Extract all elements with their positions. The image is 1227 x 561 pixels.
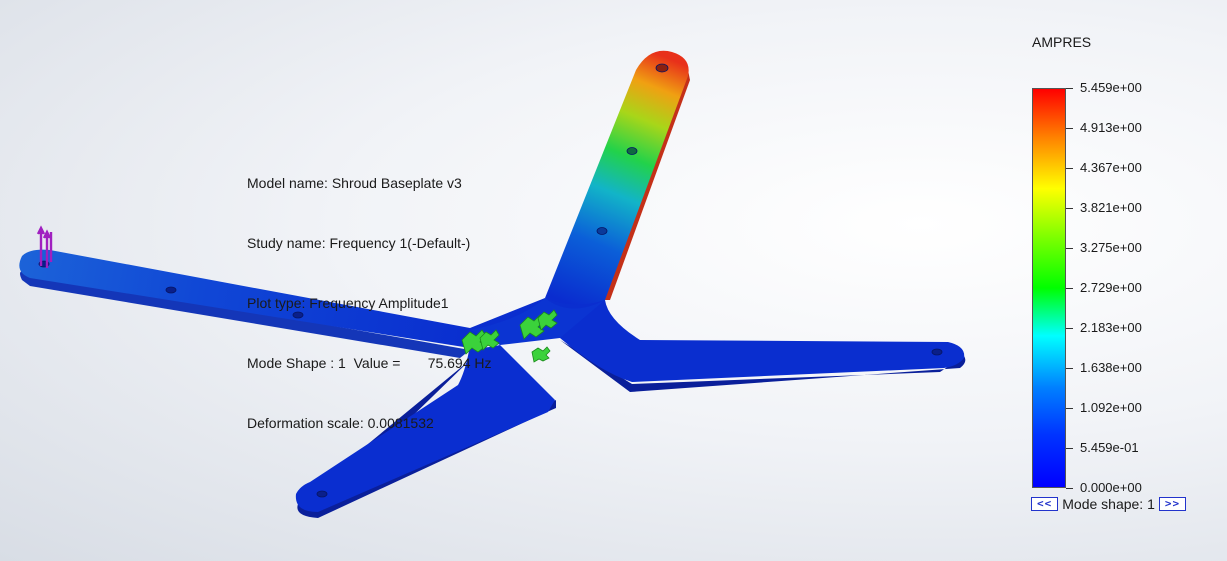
legend-title: AMPRES [1032,34,1092,50]
legend-tick [1066,328,1073,329]
legend-tick [1066,288,1073,289]
study-name-text: Study name: Frequency 1(-Default-) [247,235,471,251]
legend-tick [1066,208,1073,209]
graphics-viewport[interactable]: Model name: Shroud Baseplate v3 Study na… [0,0,1227,561]
deformation-scale-text: Deformation scale: 0.0081532 [247,415,434,431]
mode-shape-text: Mode Shape : 1 Value = 75.694 Hz [247,355,492,371]
mode-shape-label: Mode shape: 1 [1062,496,1155,512]
legend-value-label: 2.183e+00 [1080,320,1142,335]
legend-value-label: 0.000e+00 [1080,480,1142,495]
legend-value-label: 4.367e+00 [1080,160,1142,175]
legend-value-label: 1.092e+00 [1080,400,1142,415]
model-name-text: Model name: Shroud Baseplate v3 [247,175,462,191]
legend-value-label: 4.913e+00 [1080,120,1142,135]
legend-value-label: 3.275e+00 [1080,240,1142,255]
next-mode-button[interactable]: >> [1158,497,1187,511]
color-legend-bar [1032,88,1066,488]
legend-value-label: 2.729e+00 [1080,280,1142,295]
legend-tick [1066,88,1073,89]
legend-value-label: 5.459e+00 [1080,80,1142,95]
right-arm [545,298,965,382]
legend-value-label: 3.821e+00 [1080,200,1142,215]
legend-tick [1066,248,1073,249]
legend-tick [1066,408,1073,409]
legend-tick [1066,448,1073,449]
legend-tick [1066,128,1073,129]
legend-value-label: 5.459e-01 [1080,440,1139,455]
legend-tick [1066,368,1073,369]
upper-arm [545,50,689,323]
plot-type-text: Plot type: Frequency Amplitude1 [247,295,449,311]
previous-mode-button[interactable]: << [1031,497,1059,511]
mode-shape-navigator: << Mode shape: 1 >> [1031,495,1187,513]
legend-tick [1066,168,1073,169]
legend-value-label: 1.638e+00 [1080,360,1142,375]
legend-tick [1066,488,1073,489]
plot-info: Model name: Shroud Baseplate v3 Study na… [247,133,492,473]
